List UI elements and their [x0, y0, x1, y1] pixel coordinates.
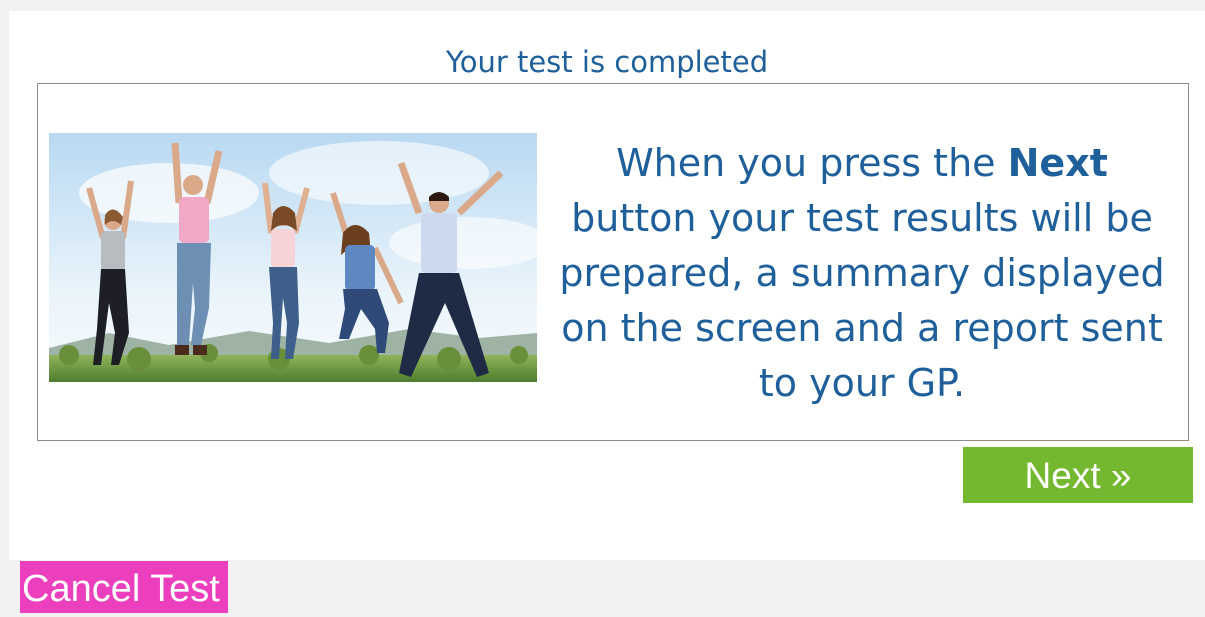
main-panel: Your test is completed When you press th… — [9, 11, 1205, 560]
message-emphasis: Next — [1007, 141, 1108, 185]
message-prefix: When you press the — [616, 141, 1008, 185]
content-box: When you press the Next button your test… — [37, 83, 1189, 441]
next-button[interactable]: Next » — [963, 447, 1193, 503]
message-suffix: button your test results will be prepare… — [559, 196, 1165, 405]
completion-message: When you press the Next button your test… — [552, 136, 1172, 411]
page-heading: Your test is completed — [445, 45, 769, 79]
group-jumping-photo — [49, 133, 537, 382]
cancel-test-button[interactable]: Cancel Test — [20, 561, 228, 613]
